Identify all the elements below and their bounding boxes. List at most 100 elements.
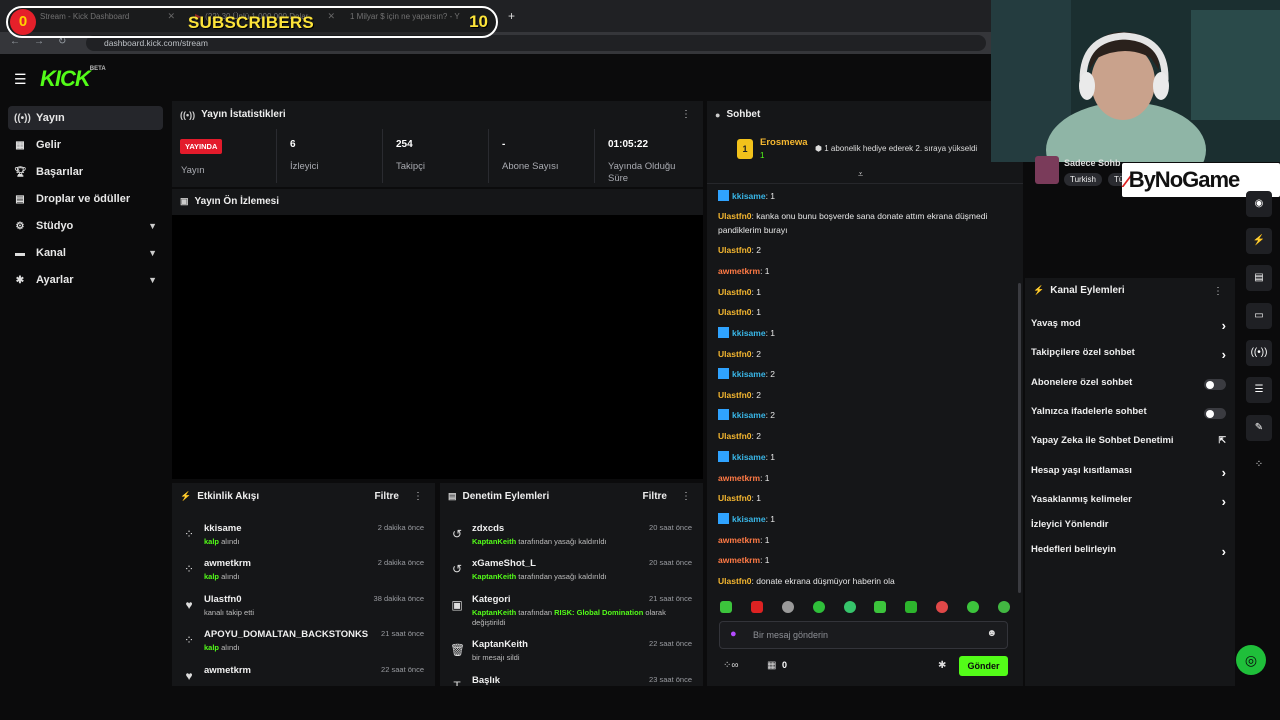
layout-icon[interactable]: ☰ <box>1246 377 1272 403</box>
chat-icon[interactable]: ▭ <box>1246 303 1272 329</box>
document-icon: ▤ <box>448 491 457 501</box>
moderation-actor[interactable]: KaptanKeith <box>472 537 516 546</box>
chat-username[interactable]: kkisame <box>732 191 766 201</box>
chat-username[interactable]: Ulastfn0 <box>718 576 752 586</box>
panel-header: ● Sohbet <box>715 109 760 120</box>
heart-icon: ♥ <box>185 669 193 683</box>
chat-username[interactable]: kkisame <box>732 452 766 462</box>
chat-username[interactable]: Ulastfn0 <box>718 390 752 400</box>
emote-icon[interactable] <box>750 601 763 613</box>
stream-title-partial: Sadece Sohb <box>1064 158 1121 168</box>
chevron-down-icon[interactable]: ⩡ <box>858 169 863 180</box>
wrench-icon[interactable]: ✎ <box>1246 415 1272 441</box>
chat-username[interactable]: kkisame <box>732 410 766 420</box>
moderation-target[interactable]: zdxcds <box>472 523 504 534</box>
watermark-label: ByNoGame <box>1128 167 1241 192</box>
emoji-icon[interactable]: ☻ <box>986 628 997 639</box>
broadcast-icon[interactable]: ((•)) <box>1246 340 1272 366</box>
points-icon[interactable]: ⁘∞ <box>723 660 739 671</box>
chat-input[interactable]: ● Bir mesaj gönderin ☻ <box>719 621 1008 649</box>
sidebar-item-studio[interactable]: ⚙ Stüdyo ▼ <box>8 214 163 238</box>
activity-user[interactable]: APOYU_DOMALTAN_BACKSTONKS <box>204 629 368 640</box>
moderation-row: ↺ zdxcds KaptanKeith tarafından yasağı k… <box>440 521 702 555</box>
toggle-switch[interactable] <box>1204 379 1226 390</box>
moderation-target[interactable]: KaptanKeith <box>472 639 528 650</box>
more-options-icon[interactable]: ⋮ <box>681 109 691 120</box>
action-ai-moderation[interactable]: Yapay Zeka ile Sohbet Denetimi ⇱ <box>1031 435 1226 455</box>
people-icon[interactable]: ⁘ <box>1246 452 1272 478</box>
chat-message: awmetkrm: 1 <box>718 535 770 545</box>
chat-username[interactable]: Ulastfn0 <box>718 307 752 317</box>
action-emotes-only[interactable]: Yalnızca ifadelerle sohbet <box>1031 406 1226 426</box>
emote-icon[interactable] <box>720 601 732 613</box>
more-options-icon[interactable]: ⋮ <box>413 491 423 502</box>
chat-username[interactable]: Ulastfn0 <box>718 287 752 297</box>
new-tab-button[interactable]: + <box>508 4 515 28</box>
chat-username[interactable]: kkisame <box>732 328 766 338</box>
filter-button[interactable]: Filtre <box>375 491 399 502</box>
sidebar-item-stream[interactable]: ((•)) Yayın <box>8 106 163 130</box>
tag-turkish[interactable]: Turkish <box>1064 173 1102 186</box>
microphone-icon[interactable]: ● <box>730 628 737 640</box>
send-button[interactable]: Gönder <box>959 656 1008 676</box>
action-account-age[interactable]: Hesap yaşı kısıtlaması › <box>1031 465 1226 485</box>
more-options-icon[interactable]: ⋮ <box>681 491 691 502</box>
more-options-icon[interactable]: ⋮ <box>1213 286 1223 297</box>
emote-icon[interactable] <box>936 601 949 613</box>
chat-username[interactable]: Ulastfn0 <box>718 431 752 441</box>
action-host-channel[interactable]: İzleyici Yönlendir <box>1031 519 1226 539</box>
moderation-row: T Başlık 23 saat önce <box>440 673 702 686</box>
video-preview[interactable] <box>172 215 703 479</box>
emote-icon[interactable] <box>997 601 1010 613</box>
kick-logo[interactable]: KICKBETA <box>40 66 106 92</box>
pinned-user[interactable]: Erosmewa <box>760 137 808 148</box>
sidebar-item-drops[interactable]: ▤ Droplar ve ödüller <box>8 187 163 211</box>
gift-box-icon[interactable]: ▦ <box>767 660 776 671</box>
chat-username[interactable]: Ulastfn0 <box>718 493 752 503</box>
sidebar-item-revenue[interactable]: ▦ Gelir <box>8 133 163 157</box>
notes-icon[interactable]: ▤ <box>1246 265 1272 291</box>
chat-scrollbar[interactable] <box>1018 283 1021 593</box>
emote-icon[interactable] <box>781 601 794 613</box>
action-set-goals[interactable]: Hedefleri belirleyin › <box>1031 544 1226 564</box>
chat-text: 1 <box>756 307 762 317</box>
action-slow-mode[interactable]: Yavaş mod › <box>1031 318 1226 338</box>
moderation-actor[interactable]: KaptanKeith <box>472 608 516 617</box>
moderation-actor[interactable]: KaptanKeith <box>472 572 516 581</box>
toggle-switch[interactable] <box>1204 408 1226 419</box>
chat-username[interactable]: Ulastfn0 <box>718 211 752 221</box>
filter-button[interactable]: Filtre <box>643 491 667 502</box>
panel-header: ▣ Yayın Ön İzlemesi <box>180 196 279 207</box>
emote-icon[interactable] <box>812 601 825 613</box>
activity-user[interactable]: awmetkrm <box>204 558 251 569</box>
moderation-target[interactable]: xGameShot_L <box>472 558 536 569</box>
emote-icon[interactable] <box>967 601 979 613</box>
emote-icon[interactable] <box>905 601 918 613</box>
chat-username[interactable]: kkisame <box>732 369 766 379</box>
gear-icon[interactable]: ✱ <box>938 660 946 671</box>
sidebar-item-achievements[interactable]: 🏆︎ Başarılar <box>8 160 163 184</box>
chat-username[interactable]: kkisame <box>732 514 766 524</box>
panel-title: Kanal Eylemleri <box>1050 285 1125 296</box>
support-button[interactable]: ◎ <box>1236 645 1266 675</box>
action-followers-only[interactable]: Takipçilere özel sohbet › <box>1031 347 1226 367</box>
action-subscribers-only[interactable]: Abonelere özel sohbet <box>1031 377 1226 397</box>
action-banned-words[interactable]: Yasaklanmış kelimeler › <box>1031 494 1226 514</box>
activity-user[interactable]: kkisame <box>204 523 242 534</box>
chat-username[interactable]: awmetkrm <box>718 535 760 545</box>
chat-message: kkisame: 2 <box>718 367 993 381</box>
activity-user[interactable]: Ulastfn0 <box>204 594 241 605</box>
emote-icon[interactable] <box>843 601 856 613</box>
sidebar-item-settings[interactable]: ✱ Ayarlar ▼ <box>8 268 163 292</box>
lightning-icon[interactable]: ⚡ <box>1246 228 1272 254</box>
chat-username[interactable]: awmetkrm <box>718 555 760 565</box>
sidebar-item-channel[interactable]: ▬ Kanal ▼ <box>8 241 163 265</box>
chat-username[interactable]: awmetkrm <box>718 473 760 483</box>
emote-icon[interactable] <box>874 601 887 613</box>
menu-icon[interactable]: ☰ <box>14 71 27 88</box>
activity-user[interactable]: awmetkrm <box>204 665 251 676</box>
chat-username[interactable]: Ulastfn0 <box>718 349 752 359</box>
chat-username[interactable]: Ulastfn0 <box>718 245 752 255</box>
clip-icon[interactable]: ◉ <box>1246 191 1272 217</box>
chat-username[interactable]: awmetkrm <box>718 266 760 276</box>
